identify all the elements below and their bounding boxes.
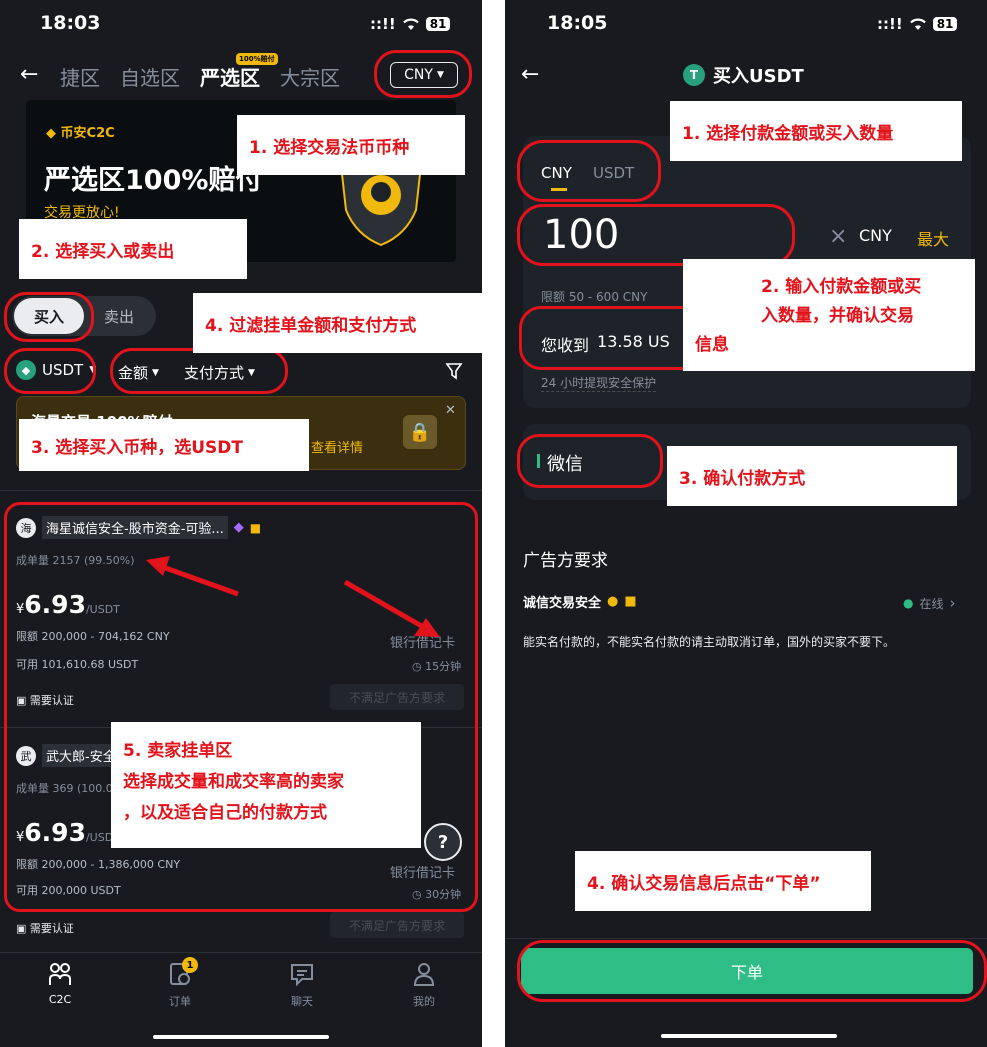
annotation-arrows bbox=[146, 556, 440, 637]
merchant-name[interactable]: 诚信交易安全 ● ■ bbox=[523, 592, 637, 611]
limit-text: 限额 50 - 600 CNY bbox=[541, 290, 648, 304]
annotation-step-3: 3. 确认付款方式 bbox=[667, 446, 957, 506]
clear-icon[interactable]: × bbox=[829, 224, 847, 249]
annotation-step-4: 4. 确认交易信息后点击“下单” bbox=[575, 851, 871, 911]
signal-icon: ::!! bbox=[877, 15, 903, 33]
tab-usdt[interactable]: USDT bbox=[593, 164, 634, 182]
amount-currency: CNY bbox=[859, 226, 892, 245]
tab-cny[interactable]: CNY bbox=[541, 164, 572, 182]
divider bbox=[505, 938, 987, 939]
wifi-icon bbox=[909, 18, 926, 30]
usdt-coin-icon: T bbox=[683, 64, 705, 86]
receive-amount: 您收到 13.58 US bbox=[541, 332, 670, 355]
online-status: ● 在线 › bbox=[903, 594, 956, 612]
tab-indicator bbox=[551, 188, 567, 191]
requirement-title: 广告方要求 bbox=[523, 551, 608, 571]
shield-badge-icon: ■ bbox=[624, 594, 637, 609]
amount-input[interactable]: 100 bbox=[543, 212, 619, 258]
place-order-button[interactable]: 下单 bbox=[521, 948, 973, 994]
annotation-step-2: 2. 输入付款金额或买 入数量，并确认交易 信息 bbox=[683, 259, 975, 371]
right-phone-screen: 18:05 ::!! 81 ← T 买入USDT CNY USDT 100 × … bbox=[505, 0, 987, 1047]
chevron-right-icon: › bbox=[949, 594, 956, 612]
verified-badge-icon: ● bbox=[607, 594, 619, 609]
home-indicator bbox=[661, 1034, 837, 1038]
wechat-indicator bbox=[537, 454, 540, 468]
status-icons: ::!! 81 bbox=[877, 15, 958, 33]
max-button[interactable]: 最大 bbox=[917, 226, 949, 250]
status-time: 18:05 bbox=[547, 12, 608, 34]
back-arrow-icon[interactable]: ← bbox=[521, 62, 539, 87]
online-dot-icon: ● bbox=[903, 596, 914, 610]
page-title: T 买入USDT bbox=[683, 62, 804, 88]
withdraw-protection[interactable]: 24 小时提现安全保护 bbox=[541, 374, 657, 392]
payment-method: 微信 bbox=[547, 454, 583, 475]
requirement-text: 能实名付款的，不能实名付款的请主动取消订单，国外的买家不要下。 bbox=[523, 635, 896, 649]
annotation-step-1: 1. 选择付款金额或买入数量 bbox=[670, 101, 962, 161]
battery-icon: 81 bbox=[932, 17, 958, 31]
left-phone-screen: 18:03 ::!! 81 ← 捷区 自选区 严选区 100%赔付 大宗区 CN… bbox=[0, 0, 482, 1047]
